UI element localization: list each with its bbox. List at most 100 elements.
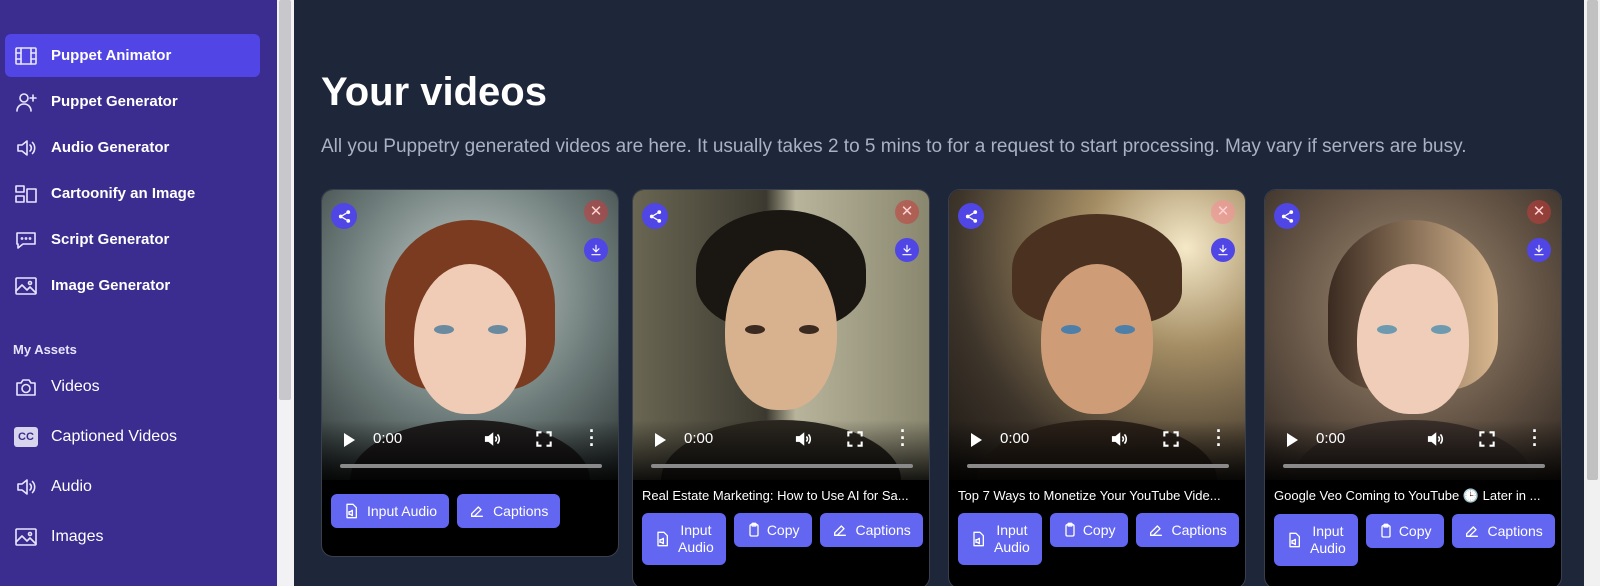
card-actions: Input Audio Captions <box>322 480 618 542</box>
copy-label: Copy <box>1398 523 1432 539</box>
video-controls: 0:00 · · · <box>633 420 929 480</box>
input-audio-label: Input <box>680 522 712 538</box>
fullscreen-icon[interactable] <box>1477 429 1497 449</box>
sidebar-scrollbar-thumb[interactable] <box>279 0 291 400</box>
close-icon[interactable]: ✕ <box>895 200 919 224</box>
close-icon[interactable]: ✕ <box>584 200 608 224</box>
edit-icon <box>1464 523 1480 539</box>
share-icon[interactable] <box>331 203 357 229</box>
share-icon[interactable] <box>1274 203 1300 229</box>
fullscreen-icon[interactable] <box>1161 429 1181 449</box>
play-icon[interactable] <box>971 433 982 447</box>
captions-button[interactable]: Captions <box>1451 514 1555 548</box>
sidebar-item-captioned-videos[interactable]: CC Captioned Videos <box>5 415 260 458</box>
play-icon[interactable] <box>655 433 666 447</box>
clipboard-icon <box>746 522 762 538</box>
close-icon[interactable]: ✕ <box>1527 200 1551 224</box>
download-icon[interactable] <box>584 238 608 262</box>
captions-label: Captions <box>1171 522 1227 538</box>
audio-file-icon <box>970 531 986 547</box>
sidebar-item-audio[interactable]: Audio <box>5 465 260 508</box>
download-icon[interactable] <box>895 238 919 262</box>
video-controls: 0:00 · · · <box>1265 420 1561 480</box>
share-icon[interactable] <box>642 203 668 229</box>
page-scrollbar-thumb[interactable] <box>1587 0 1598 480</box>
edit-icon <box>832 522 848 538</box>
sidebar-scrollbar[interactable] <box>277 0 294 586</box>
sidebar-item-puppet-animator[interactable]: Puppet Animator <box>5 34 260 77</box>
more-options-icon[interactable]: · · · <box>1216 422 1222 454</box>
play-icon[interactable] <box>344 433 355 447</box>
video-time: 0:00 <box>1316 430 1346 447</box>
video-title: Google Veo Coming to YouTube 🕒 Later in … <box>1274 488 1541 503</box>
input-audio-button[interactable]: Input Audio <box>958 513 1042 565</box>
copy-button[interactable]: Copy <box>733 513 812 547</box>
main-content: Your videos All you Puppetry generated v… <box>294 0 1584 586</box>
sidebar-item-videos[interactable]: Videos <box>5 365 260 408</box>
copy-button[interactable]: Copy <box>1049 513 1128 547</box>
speaker-icon <box>13 475 39 499</box>
download-icon[interactable] <box>1211 238 1235 262</box>
copy-button[interactable]: Copy <box>1365 514 1444 548</box>
cc-badge: CC <box>14 426 38 447</box>
video-card: ✕ 0:00 · · · Top 7 Ways to Monetize Your Y… <box>948 189 1246 586</box>
video-progress-bar[interactable] <box>1283 464 1545 468</box>
input-audio-button[interactable]: Input Audio <box>1274 514 1358 566</box>
input-audio-label: Input Audio <box>367 503 438 519</box>
captions-label: Captions <box>493 503 549 519</box>
more-options-icon[interactable]: · · · <box>589 422 595 454</box>
input-audio-button[interactable]: Input Audio <box>331 494 450 528</box>
video-progress-bar[interactable] <box>651 464 913 468</box>
edit-icon <box>469 503 485 519</box>
more-options-icon[interactable]: · · · <box>1532 422 1538 454</box>
sidebar-item-audio-generator[interactable]: Audio Generator <box>5 126 260 169</box>
cc-icon: CC <box>13 425 39 449</box>
page-title: Your videos <box>321 70 547 114</box>
captions-button[interactable]: Captions <box>1135 513 1239 547</box>
input-audio-label: Audio <box>1310 540 1346 556</box>
download-icon[interactable] <box>1527 238 1551 262</box>
page-subtitle: All you Puppetry generated videos are he… <box>321 136 1467 157</box>
page-scrollbar[interactable] <box>1584 0 1600 586</box>
fullscreen-icon[interactable] <box>845 429 865 449</box>
sidebar-item-cartoonify[interactable]: Cartoonify an Image <box>5 172 260 215</box>
video-progress-bar[interactable] <box>967 464 1229 468</box>
volume-icon[interactable] <box>482 429 502 449</box>
sidebar-item-puppet-generator[interactable]: Puppet Generator <box>5 80 260 123</box>
captions-button[interactable]: Captions <box>819 513 923 547</box>
sidebar-item-label: Cartoonify an Image <box>51 185 196 202</box>
sidebar-item-label: Audio Generator <box>51 139 170 156</box>
video-player[interactable]: ✕ 0:00 · · · <box>949 190 1245 480</box>
video-card: ✕ 0:00 · · · Real Estate Marketing: How to… <box>632 189 930 586</box>
close-icon[interactable]: ✕ <box>1211 200 1235 224</box>
sidebar-item-label: Images <box>51 527 104 545</box>
sidebar-item-script-generator[interactable]: Script Generator <box>5 218 260 261</box>
sidebar: Puppet Animator Puppet Generator Audio G… <box>0 0 277 586</box>
fullscreen-icon[interactable] <box>534 429 554 449</box>
sidebar-item-label: Puppet Animator <box>51 47 172 64</box>
video-player[interactable]: ✕ 0:00 · · · <box>633 190 929 480</box>
video-player[interactable]: ✕ 0:00 · · · <box>1265 190 1561 480</box>
video-controls: 0:00 · · · <box>949 420 1245 480</box>
video-player[interactable]: ✕ 0:00 · · · <box>322 190 618 480</box>
share-icon[interactable] <box>958 203 984 229</box>
input-audio-button[interactable]: Input Audio <box>642 513 726 565</box>
more-options-icon[interactable]: · · · <box>900 422 906 454</box>
volume-icon[interactable] <box>1425 429 1445 449</box>
sidebar-item-image-generator[interactable]: Image Generator <box>5 264 260 307</box>
video-time: 0:00 <box>373 430 403 447</box>
my-assets-heading: My Assets <box>13 342 77 357</box>
chat-icon <box>13 228 39 252</box>
play-icon[interactable] <box>1287 433 1298 447</box>
video-time: 0:00 <box>684 430 714 447</box>
captions-button[interactable]: Captions <box>457 494 561 528</box>
video-title: Real Estate Marketing: How to Use AI for… <box>642 488 909 503</box>
video-progress-bar[interactable] <box>340 464 602 468</box>
sidebar-item-label: Image Generator <box>51 277 171 294</box>
video-time: 0:00 <box>1000 430 1030 447</box>
sidebar-item-images[interactable]: Images <box>5 515 260 558</box>
image-icon <box>13 274 39 298</box>
clipboard-icon <box>1062 522 1078 538</box>
volume-icon[interactable] <box>1109 429 1129 449</box>
volume-icon[interactable] <box>793 429 813 449</box>
